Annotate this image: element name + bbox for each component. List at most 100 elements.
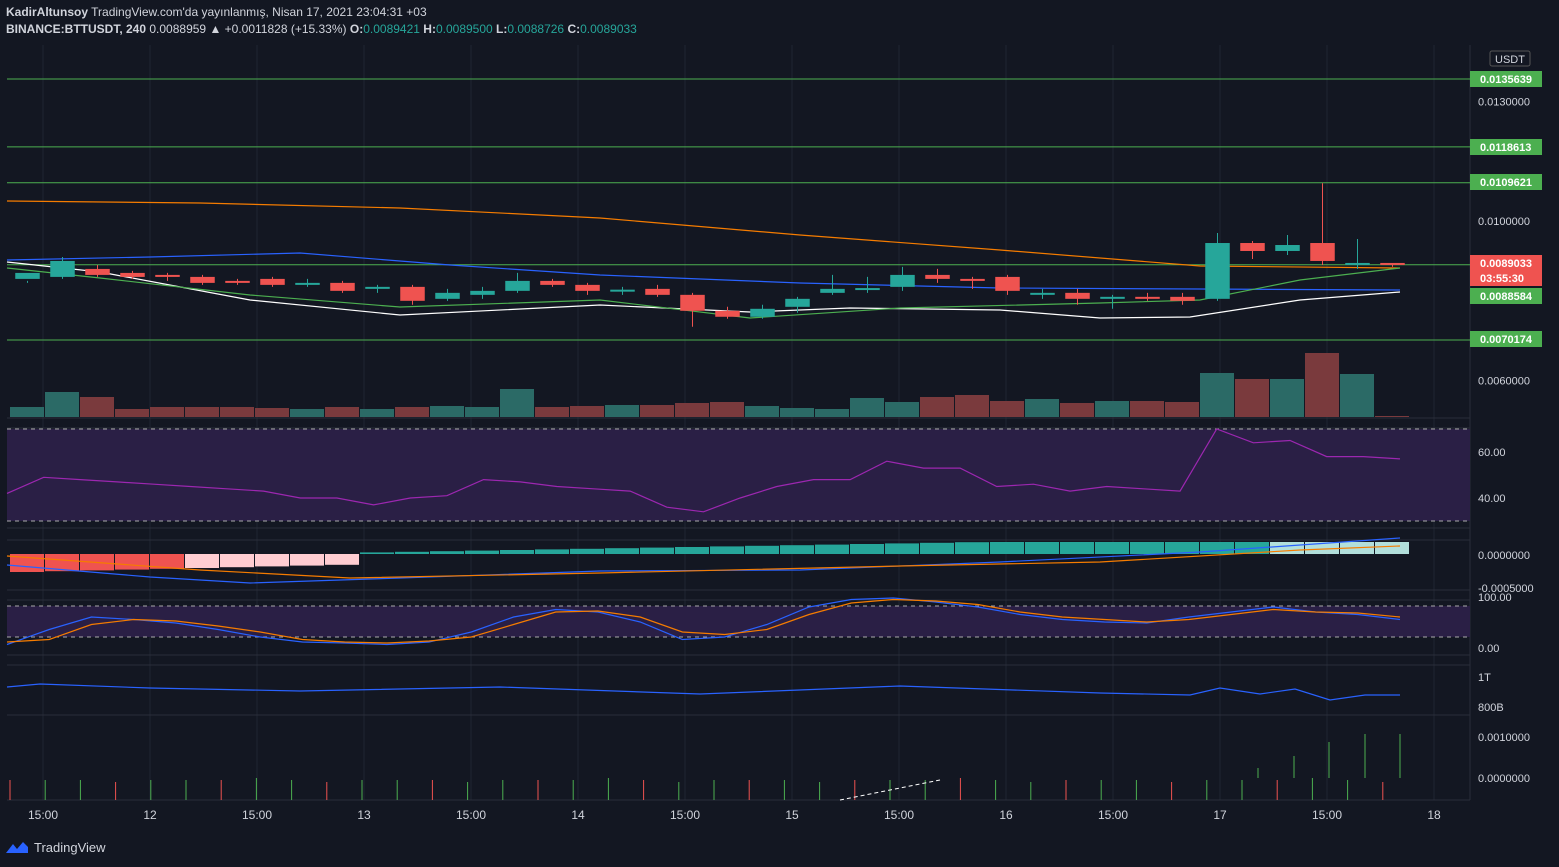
macd-histogram-bar — [605, 548, 639, 554]
macd-histogram-bar — [675, 547, 709, 554]
candle-body — [575, 284, 600, 291]
macd-histogram-bar — [185, 554, 219, 568]
candle-body — [960, 278, 985, 281]
macd-histogram-bar — [1095, 542, 1129, 554]
volume-bar — [920, 397, 954, 417]
osc-axis-label: 0.0010000 — [1478, 732, 1530, 744]
price-tag-text: 0.0089033 — [1480, 258, 1532, 270]
x-axis-tick: 15:00 — [28, 808, 58, 822]
candle-body — [85, 268, 110, 275]
macd-histogram-bar — [1130, 542, 1164, 554]
candle-body — [1380, 262, 1405, 265]
candle-body — [1065, 292, 1090, 299]
macd-histogram-bar — [745, 545, 779, 554]
volume-bar — [360, 409, 394, 417]
volume-bar — [10, 407, 44, 417]
macd-histogram-bar — [500, 550, 534, 554]
volume-bar — [675, 403, 709, 417]
candle-body — [610, 289, 635, 292]
candle-body — [1205, 243, 1230, 299]
trading-chart[interactable]: 0.0130000 0.0100000 0.0060000 USDT 0.0135639… — [0, 0, 1559, 867]
macd-histogram-bar — [360, 552, 394, 554]
x-axis-tick: 15:00 — [884, 808, 914, 822]
candle-body — [400, 286, 425, 301]
macd-histogram-bar — [990, 542, 1024, 554]
volume-bar — [45, 392, 79, 417]
ma-blue-line — [6, 252, 1401, 291]
volume-bar — [395, 407, 429, 417]
price-axis-label: 0.0130000 — [1478, 96, 1530, 108]
volume-bar — [885, 402, 919, 417]
price-tag-text: 0.0118613 — [1480, 142, 1531, 154]
candle-body — [470, 290, 495, 295]
rsi-axis-label: 60.00 — [1478, 447, 1506, 459]
rsi-band — [7, 429, 1470, 521]
candle-body — [1100, 296, 1125, 299]
candle-body — [15, 272, 40, 279]
candle-body — [855, 288, 880, 291]
macd-histogram-bar — [290, 554, 324, 566]
candle-body — [260, 278, 285, 285]
candle-body — [1310, 243, 1335, 261]
price-axis-label: 0.0100000 — [1478, 216, 1530, 228]
x-axis-tick: 12 — [143, 808, 157, 822]
candle-body — [1135, 296, 1160, 299]
candle-body — [995, 276, 1020, 291]
volume-bar — [1200, 373, 1234, 417]
candle-body — [540, 280, 565, 285]
candle-body — [1275, 245, 1300, 251]
volume-bar — [640, 405, 674, 417]
volume-bar — [1375, 416, 1409, 417]
volume-bar — [535, 407, 569, 417]
currency-label: USDT — [1495, 54, 1525, 66]
macd-histogram-bar — [780, 545, 814, 554]
brand-name[interactable]: TradingView — [34, 840, 106, 855]
volume-bar — [815, 409, 849, 417]
candle-body — [1030, 292, 1055, 295]
price-tag-text: 0.0135639 — [1480, 74, 1532, 86]
x-axis-tick: 16 — [999, 808, 1013, 822]
ma-orange-line — [6, 200, 1401, 269]
macd-histogram-bar — [430, 551, 464, 554]
stoch-axis-label: 100.00 — [1478, 592, 1512, 604]
volume-bar — [570, 406, 604, 417]
macd-histogram-bar — [1060, 542, 1094, 554]
macd-histogram-bar — [465, 550, 499, 554]
volume-bar — [80, 397, 114, 417]
volume-bar — [115, 409, 149, 417]
candle-body — [890, 274, 915, 287]
stoch-axis-label: 0.00 — [1478, 643, 1499, 655]
volume-bar — [605, 405, 639, 417]
volume-bar — [1235, 379, 1269, 417]
volume-line — [6, 683, 1400, 701]
candle-body — [120, 272, 145, 277]
x-axis-tick: 15:00 — [1098, 808, 1128, 822]
macd-histogram-bar — [535, 549, 569, 554]
volume-axis-label: 1T — [1478, 672, 1491, 684]
price-tag-text: 0.0070174 — [1480, 334, 1533, 346]
volume-axis-label: 800B — [1478, 702, 1504, 714]
macd-histogram-bar — [955, 542, 989, 554]
macd-histogram-bar — [1025, 542, 1059, 554]
macd-histogram-bar — [115, 554, 149, 570]
volume-bar — [1025, 399, 1059, 417]
candle-body — [365, 286, 390, 289]
rsi-axis-label: 40.00 — [1478, 493, 1506, 505]
osc-axis-label: 0.0000000 — [1478, 773, 1530, 785]
macd-histogram-bar — [1270, 542, 1304, 554]
macd-histogram-bar — [815, 544, 849, 554]
price-tag-text: 0.0088584 — [1480, 291, 1533, 303]
volume-bar — [185, 407, 219, 417]
footer: TradingView — [6, 840, 106, 855]
volume-bar — [430, 406, 464, 417]
volume-bar — [1270, 379, 1304, 417]
macd-histogram-bar — [325, 554, 359, 565]
macd-histogram-bar — [255, 554, 289, 567]
volume-bar — [990, 401, 1024, 417]
macd-histogram-bar — [570, 548, 604, 554]
price-tag-text: 03:55:30 — [1480, 273, 1524, 285]
volume-bar — [150, 407, 184, 417]
volume-bar — [1340, 374, 1374, 417]
candle-body — [680, 294, 705, 311]
candle-body — [785, 298, 810, 307]
